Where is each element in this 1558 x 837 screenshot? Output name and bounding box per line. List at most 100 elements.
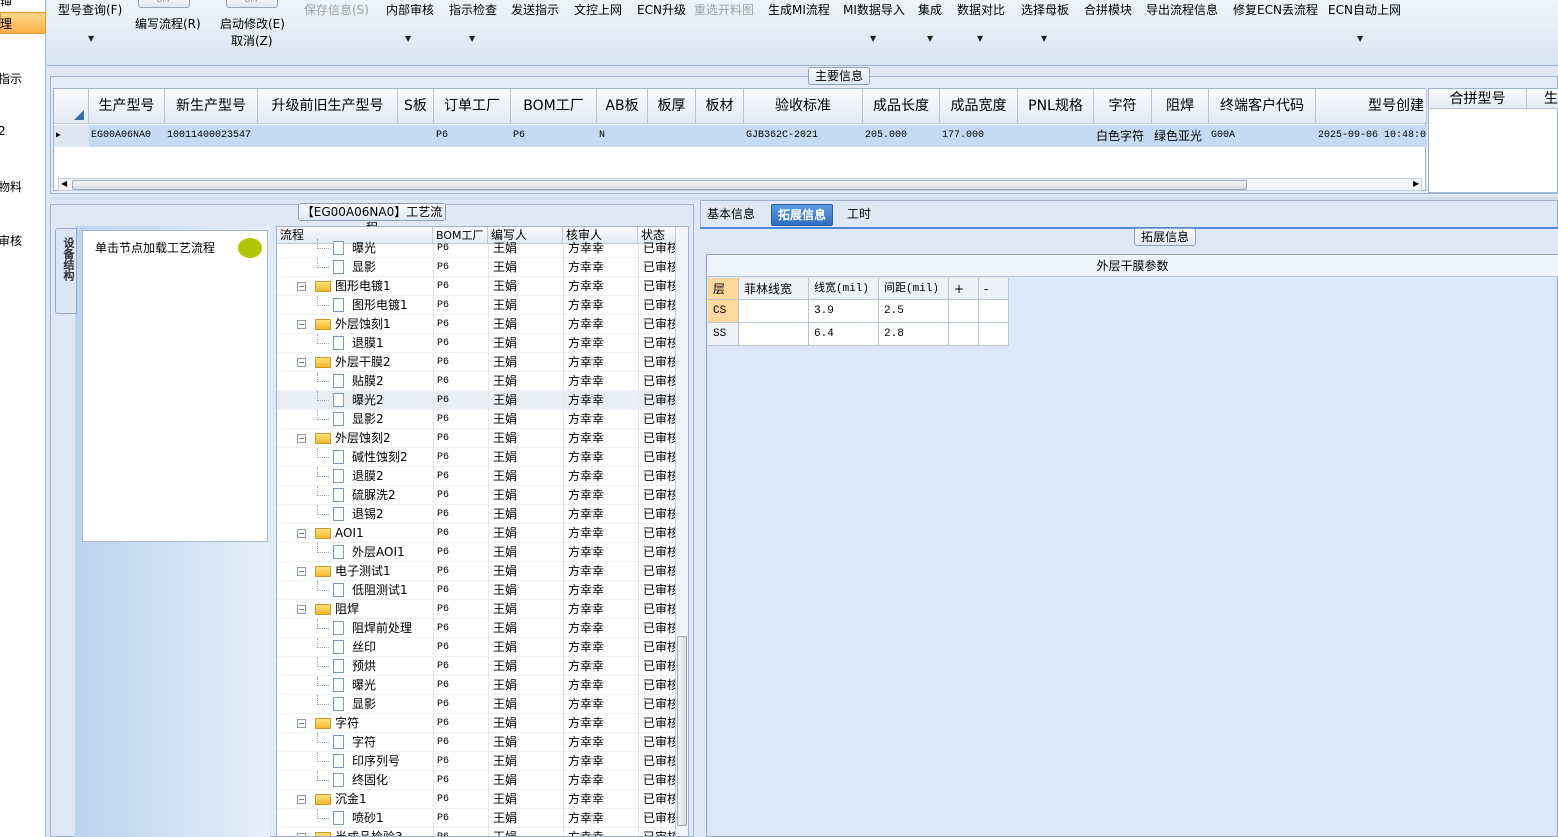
col-created[interactable]: 型号创建 <box>1316 89 1427 124</box>
tree-group-row[interactable]: − 外层干膜2 P6 王娟 方幸幸 已审核 <box>277 353 677 372</box>
query-button[interactable]: 型号查询(F) <box>58 1 122 18</box>
select-mother-dropdown-icon[interactable]: ▼ <box>1041 34 1047 43</box>
cell-ab[interactable]: N <box>597 125 648 147</box>
nav-item-material[interactable]: 物料 <box>0 178 22 195</box>
cell-standard[interactable]: GJB362C-2021 <box>744 125 863 147</box>
scroll-right-icon[interactable]: ▶ <box>1413 179 1419 188</box>
tree-step-row[interactable]: 丝印 P6 王娟 方幸幸 已审核 <box>277 638 677 657</box>
tree-step-row[interactable]: 显影 P6 王娟 方幸幸 已审核 <box>277 258 677 277</box>
col-new-model[interactable]: 新生产型号 <box>165 89 258 124</box>
node-box[interactable]: 单击节点加载工艺流程 <box>82 230 268 542</box>
export-flow-button[interactable]: 导出流程信息 <box>1146 1 1218 18</box>
cell-bom-factory[interactable]: P6 <box>511 125 597 147</box>
select-mother-button[interactable]: 选择母板 <box>1021 1 1069 18</box>
tree-step-row[interactable]: 低阻测试1 P6 王娟 方幸幸 已审核 <box>277 581 677 600</box>
merge-module-button[interactable]: 合拼模块 <box>1084 1 1132 18</box>
tree-step-row[interactable]: 碱性蚀刻2 P6 王娟 方幸幸 已审核 <box>277 448 677 467</box>
col-pnl[interactable]: PNL规格 <box>1018 89 1094 124</box>
collapse-icon[interactable]: − <box>297 833 306 836</box>
cell-created[interactable]: 2025-09-06 10:48:0 <box>1316 125 1427 147</box>
param-col-layer[interactable]: 层 <box>708 278 739 300</box>
cell-width[interactable]: 177.000 <box>940 125 1018 147</box>
tree-step-row[interactable]: 印序列号 P6 王娟 方幸幸 已审核 <box>277 752 677 771</box>
tree-step-row[interactable]: 硫脲洗2 P6 王娟 方幸幸 已审核 <box>277 486 677 505</box>
nav-item-instruction[interactable]: 指示 <box>0 70 22 87</box>
col-merge-model[interactable]: 合拼型号 <box>1429 89 1527 109</box>
ecn-auto-online-dropdown-icon[interactable]: ▼ <box>1357 34 1363 43</box>
tree-step-row[interactable]: 曝光 P6 王娟 方幸幸 已审核 <box>277 239 677 258</box>
ecn-upgrade-button[interactable]: ECN升级 <box>637 1 686 18</box>
add-row-button[interactable]: + <box>949 278 979 300</box>
nav-item-review[interactable]: 审核 <box>0 232 22 249</box>
col-thickness[interactable]: 板厚 <box>648 89 696 124</box>
col-old-model[interactable]: 升级前旧生产型号 <box>258 89 398 124</box>
tree-step-row[interactable]: 曝光2 P6 王娟 方幸幸 已审核 <box>277 391 677 410</box>
mi-import-button[interactable]: MI数据导入 <box>843 1 905 18</box>
param-cell-plus-cs[interactable] <box>949 300 979 323</box>
tree-step-row[interactable]: 贴膜2 P6 王娟 方幸幸 已审核 <box>277 372 677 391</box>
col-bom-factory[interactable]: BOM工厂 <box>511 89 597 124</box>
col-s-board[interactable]: S板 <box>398 89 434 124</box>
reselect-cut-button[interactable]: 重选开料图 <box>694 1 754 18</box>
start-modify-button[interactable]: 启动修改(E) <box>220 15 285 32</box>
collapse-icon[interactable]: − <box>297 282 306 291</box>
query-dropdown-icon[interactable]: ▼ <box>88 34 94 43</box>
tree-group-row[interactable]: − 外层蚀刻2 P6 王娟 方幸幸 已审核 <box>277 429 677 448</box>
cell-solder[interactable]: 绿色亚光 <box>1152 125 1209 147</box>
collapse-icon[interactable]: − <box>297 434 306 443</box>
save-info-button[interactable]: 保存信息(S) <box>304 1 369 18</box>
tree-group-row[interactable]: − 阻焊 P6 王娟 方幸幸 已审核 <box>277 600 677 619</box>
tree-step-row[interactable]: 显影 P6 王娟 方幸幸 已审核 <box>277 695 677 714</box>
tree-step-row[interactable]: 终固化 P6 王娟 方幸幸 已审核 <box>277 771 677 790</box>
integration-dropdown-icon[interactable]: ▼ <box>927 34 933 43</box>
integration-button[interactable]: 集成 <box>918 1 942 18</box>
col-standard[interactable]: 验收标准 <box>744 89 863 124</box>
toggle-write-flow[interactable]: OFF <box>138 0 190 8</box>
mi-import-dropdown-icon[interactable]: ▼ <box>870 34 876 43</box>
col-width[interactable]: 成品宽度 <box>940 89 1018 124</box>
cell-char[interactable]: 白色字符 <box>1094 125 1152 147</box>
tree-step-row[interactable]: 喷砂1 P6 王娟 方幸幸 已审核 <box>277 809 677 828</box>
tree-group-row[interactable]: − 字符 P6 王娟 方幸幸 已审核 <box>277 714 677 733</box>
ecn-auto-online-button[interactable]: ECN自动上网 <box>1328 1 1401 18</box>
col-solder[interactable]: 阻焊 <box>1152 89 1209 124</box>
collapse-icon[interactable]: − <box>297 719 306 728</box>
param-cell-minus-ss[interactable] <box>979 323 1009 346</box>
tree-group-row[interactable]: − 电子测试1 P6 王娟 方幸幸 已审核 <box>277 562 677 581</box>
gen-mi-flow-button[interactable]: 生成MI流程 <box>768 1 830 18</box>
param-cell-plus-ss[interactable] <box>949 323 979 346</box>
param-col-film[interactable]: 菲林线宽 <box>739 278 809 300</box>
col-length[interactable]: 成品长度 <box>863 89 940 124</box>
col-material[interactable]: 板材 <box>696 89 744 124</box>
cell-new-model[interactable]: 10011400023547 <box>165 125 258 147</box>
tree-step-row[interactable]: 退膜2 P6 王娟 方幸幸 已审核 <box>277 467 677 486</box>
tree-step-row[interactable]: 显影2 P6 王娟 方幸幸 已审核 <box>277 410 677 429</box>
nav-item-2[interactable]: 2 <box>0 124 6 138</box>
param-cell-width-ss[interactable]: 6.4 <box>809 323 879 346</box>
param-cell-film-ss[interactable] <box>739 323 809 346</box>
collapse-icon[interactable]: − <box>297 320 306 329</box>
internal-review-button[interactable]: 内部审核 <box>386 1 434 18</box>
instruction-check-button[interactable]: 指示检查 <box>449 1 497 18</box>
col-merge-next[interactable]: 生 <box>1527 89 1558 109</box>
vtab-structure[interactable]: 设备结构 <box>55 228 77 314</box>
cell-model[interactable]: EG00A06NA0 <box>89 125 165 147</box>
toggle-start-modify[interactable]: OFF <box>226 0 278 8</box>
tree-group-row[interactable]: − 图形电镀1 P6 王娟 方幸幸 已审核 <box>277 277 677 296</box>
collapse-icon[interactable]: − <box>297 795 306 804</box>
param-col-width[interactable]: 线宽(mil) <box>809 278 879 300</box>
nav-item-top[interactable]: 理 <box>0 0 12 6</box>
collapse-icon[interactable]: − <box>297 605 306 614</box>
tree-step-row[interactable]: 曝光 P6 王娟 方幸幸 已审核 <box>277 676 677 695</box>
tree-vscroll-thumb[interactable] <box>677 636 687 826</box>
tab-work-hours[interactable]: 工时 <box>841 204 877 226</box>
col-ab[interactable]: AB板 <box>597 89 648 124</box>
col-char[interactable]: 字符 <box>1094 89 1152 124</box>
nav-item-process[interactable]: 理 <box>0 15 12 32</box>
tree-step-row[interactable]: 字符 P6 王娟 方幸幸 已审核 <box>277 733 677 752</box>
tree-step-row[interactable]: 阻焊前处理 P6 王娟 方幸幸 已审核 <box>277 619 677 638</box>
write-flow-button[interactable]: 编写流程(R) <box>135 15 201 32</box>
cell-length[interactable]: 205.000 <box>863 125 940 147</box>
tree-step-row[interactable]: 外层AOI1 P6 王娟 方幸幸 已审核 <box>277 543 677 562</box>
tree-step-row[interactable]: 退锡2 P6 王娟 方幸幸 已审核 <box>277 505 677 524</box>
